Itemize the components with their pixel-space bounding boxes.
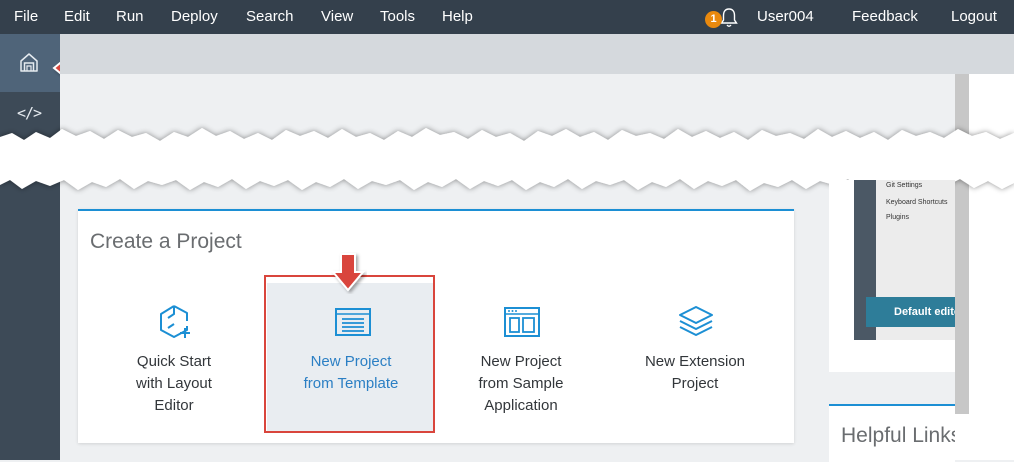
left-rail: </> bbox=[0, 34, 60, 460]
notification-badge[interactable]: 1 bbox=[705, 11, 722, 28]
create-project-card: Create a Project Quick Start with Layout… bbox=[78, 209, 794, 443]
quick-start-label-2: with Layout bbox=[136, 375, 212, 392]
extension-label-1: New Extension bbox=[644, 353, 746, 370]
new-project-from-sample-option[interactable]: New Project from Sample Application bbox=[437, 283, 605, 431]
helpful-links-panel: Helpful Links bbox=[829, 404, 955, 462]
create-project-title: Create a Project bbox=[90, 230, 242, 253]
layers-icon bbox=[679, 306, 713, 336]
feedback-link[interactable]: Feedback bbox=[852, 8, 918, 25]
sample-label-2: from Sample bbox=[478, 375, 564, 392]
logout-link[interactable]: Logout bbox=[951, 8, 997, 25]
quick-start-option[interactable]: Quick Start with Layout Editor bbox=[90, 283, 258, 431]
highlight-box-annotation bbox=[264, 275, 435, 433]
menu-deploy[interactable]: Deploy bbox=[171, 8, 218, 25]
menu-view[interactable]: View bbox=[321, 8, 353, 25]
menu-bar: File Edit Run Deploy Search View Tools H… bbox=[0, 0, 1014, 34]
sample-label-3: Application bbox=[484, 397, 558, 414]
helpful-links-title: Helpful Links bbox=[841, 424, 955, 447]
user-menu[interactable]: User004 bbox=[757, 8, 814, 25]
menu-tools[interactable]: Tools bbox=[380, 8, 415, 25]
menu-run[interactable]: Run bbox=[116, 8, 144, 25]
menu-search[interactable]: Search bbox=[246, 8, 294, 25]
home-button[interactable] bbox=[0, 34, 60, 92]
extension-label-2: Project bbox=[671, 375, 719, 392]
menu-help[interactable]: Help bbox=[442, 8, 473, 25]
arrow-down-annotation bbox=[331, 253, 366, 292]
sample-label-1: New Project bbox=[480, 353, 562, 370]
sample-app-icon bbox=[504, 307, 540, 337]
quick-start-label-3: Editor bbox=[154, 397, 194, 414]
toolbar-band bbox=[60, 34, 1014, 74]
menu-file[interactable]: File bbox=[14, 8, 38, 25]
preview-menu-item: Keyboard Shortcuts bbox=[886, 199, 948, 206]
new-extension-project-option[interactable]: New Extension Project bbox=[611, 283, 779, 431]
home-icon bbox=[20, 53, 38, 72]
preview-menu-item: Plugins bbox=[886, 214, 909, 221]
quick-start-label-1: Quick Start bbox=[136, 353, 212, 370]
quick-start-icon bbox=[160, 305, 190, 338]
default-editor-button[interactable]: Default editor bbox=[866, 297, 955, 327]
preview-menu-item: Git Settings bbox=[886, 182, 923, 189]
menu-edit[interactable]: Edit bbox=[64, 8, 90, 25]
